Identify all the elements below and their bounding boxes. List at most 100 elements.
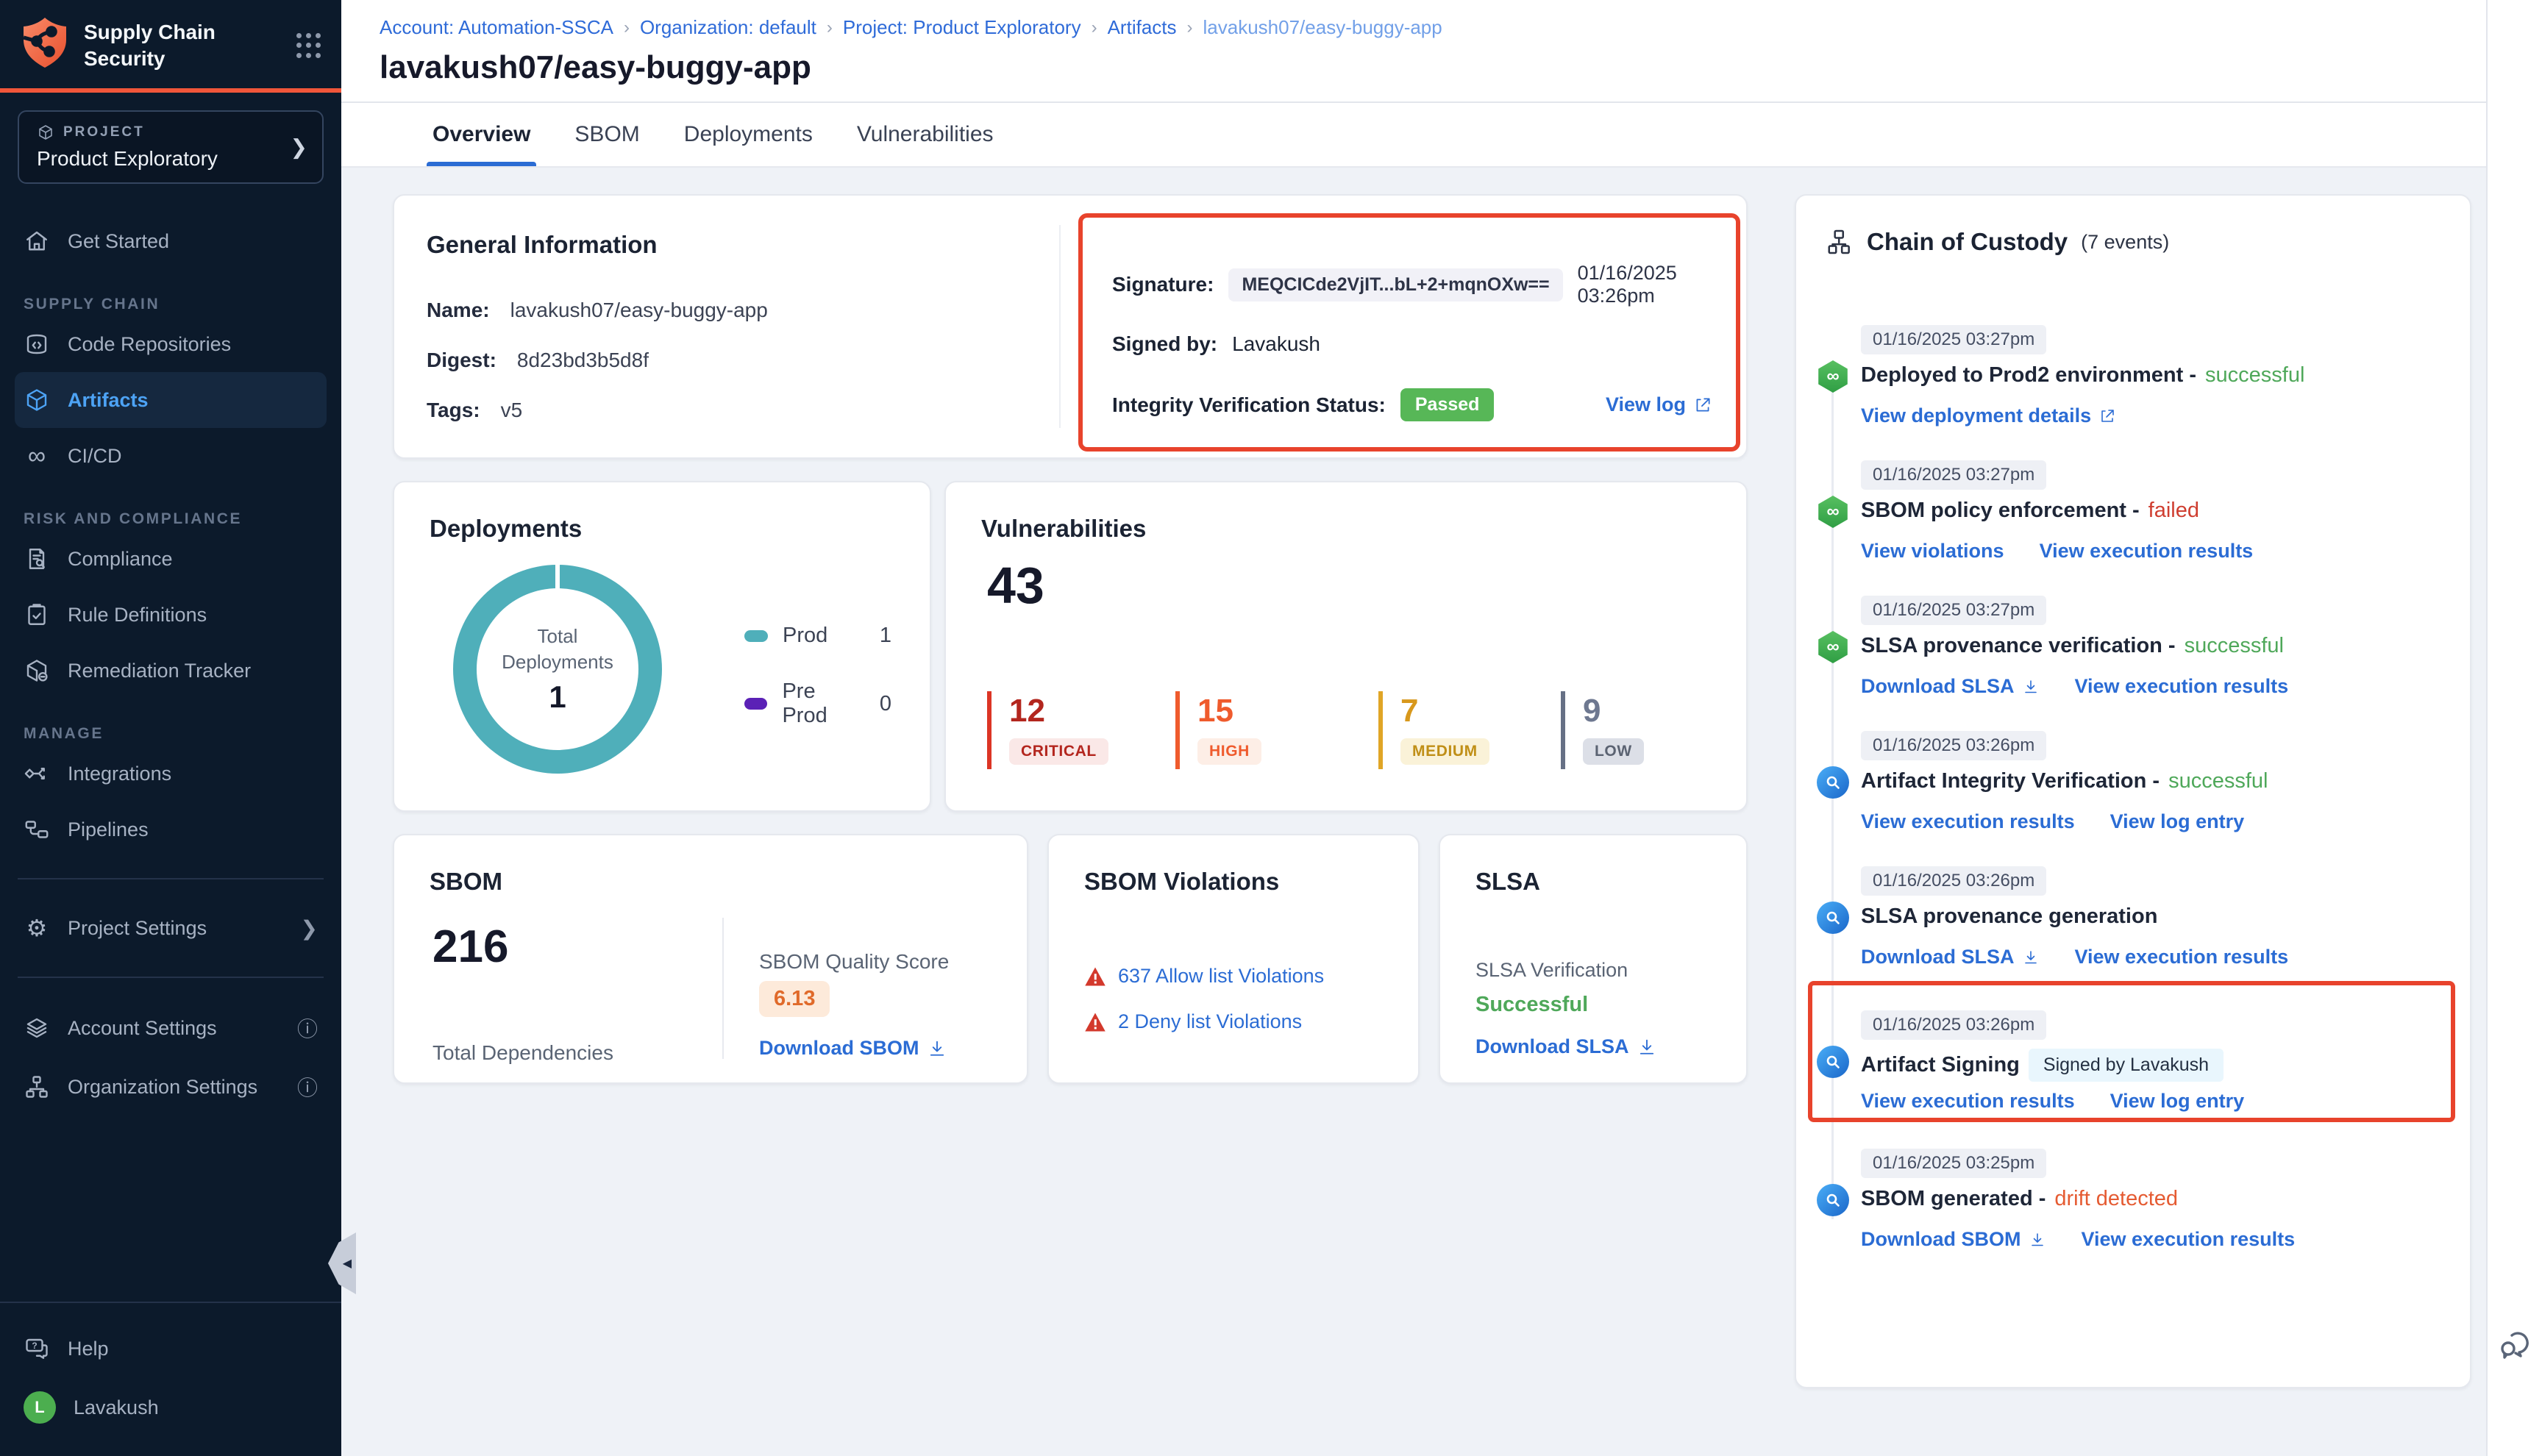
view-execution-results-link[interactable]: View execution results: [2082, 1228, 2296, 1251]
help-chat-icon: ?: [24, 1335, 50, 1362]
breadcrumb-account[interactable]: Account: Automation-SSCA: [380, 16, 613, 39]
gear-icon: ⚙: [24, 915, 50, 941]
breadcrumb-project[interactable]: Project: Product Exploratory: [843, 16, 1081, 39]
breadcrumb-organization[interactable]: Organization: default: [640, 16, 816, 39]
download-icon: [2029, 1231, 2046, 1249]
user-name: Lavakush: [74, 1396, 159, 1419]
field-label: Digest:: [427, 349, 496, 372]
sidebar-item-rule-definitions[interactable]: Rule Definitions: [0, 587, 341, 643]
event-title: Artifact Signing Signed by Lavakush: [1861, 1049, 2224, 1082]
cd-pipeline-icon: ∞: [1817, 360, 1849, 393]
sidebar-item-help[interactable]: ? Help: [0, 1321, 341, 1377]
severity-count: 12: [1009, 693, 1108, 729]
event-title: SBOM generated - drift detected: [1861, 1187, 2178, 1211]
event-title: Deployed to Prod2 environment - successf…: [1861, 363, 2304, 388]
event-links: View execution results View log entry: [1861, 1090, 2244, 1113]
sidebar-item-account-settings[interactable]: Account Settings ⓘ: [0, 999, 341, 1057]
event-links: View deployment details: [1861, 404, 2116, 427]
sidebar-user[interactable]: L Lavakush: [0, 1377, 341, 1438]
vulnerabilities-card: Vulnerabilities 43 12 CRITICAL 15 HIGH 7…: [944, 481, 1748, 812]
view-execution-results-link[interactable]: View execution results: [2075, 675, 2289, 698]
event-title: Artifact Integrity Verification - succes…: [1861, 769, 2268, 793]
sidebar-item-label: Get Started: [68, 230, 169, 253]
timeline-event-slsa-generation: 01/16/2025 03:26pm SLSA provenance gener…: [1796, 866, 2449, 984]
download-sbom-link[interactable]: Download SBOM: [1861, 1228, 2046, 1251]
tab-sbom[interactable]: SBOM: [572, 103, 642, 166]
cd-pipeline-icon: ∞: [1817, 496, 1849, 528]
view-deployment-details-link[interactable]: View deployment details: [1861, 404, 2116, 427]
chat-support-icon[interactable]: [2498, 1327, 2533, 1368]
severity-count: 15: [1197, 693, 1261, 729]
field-value: v5: [501, 399, 523, 422]
breadcrumb-current[interactable]: lavakush07/easy-buggy-app: [1203, 16, 1442, 39]
sidebar-section-risk: RISK AND COMPLIANCE: [0, 510, 341, 528]
tab-deployments[interactable]: Deployments: [681, 103, 816, 166]
app-switcher-icon[interactable]: [296, 33, 321, 58]
signed-by-row: Signed by: Lavakush: [1112, 332, 1712, 356]
tab-overview[interactable]: Overview: [430, 103, 533, 166]
cube-icon: [37, 124, 54, 141]
org-sitemap-icon: [24, 1074, 50, 1100]
card-title: SBOM: [430, 868, 502, 896]
legend-item-preprod: Pre Prod 0: [744, 679, 891, 728]
download-slsa-link[interactable]: Download SLSA: [1861, 946, 2040, 968]
sidebar-item-label: Organization Settings: [68, 1076, 257, 1099]
download-icon: [2022, 949, 2040, 966]
tab-vulnerabilities[interactable]: Vulnerabilities: [854, 103, 997, 166]
view-log-entry-link[interactable]: View log entry: [2110, 1090, 2245, 1113]
card-title: SLSA: [1475, 868, 1540, 896]
signature-row: Signature: MEQCICde2VjIT...bL+2+mqnOXw==…: [1112, 262, 1712, 307]
view-execution-results-link[interactable]: View execution results: [1861, 1090, 2075, 1113]
timeline-event-sbom-generated: 01/16/2025 03:25pm SBOM generated - drif…: [1796, 1149, 2449, 1266]
sidebar-item-artifacts[interactable]: Artifacts: [15, 372, 327, 428]
sidebar-item-get-started[interactable]: Get Started: [0, 213, 341, 269]
sidebar-item-compliance[interactable]: Compliance: [0, 531, 341, 587]
breadcrumb-separator: ›: [827, 18, 833, 38]
view-violations-link[interactable]: View violations: [1861, 540, 2004, 563]
sidebar-item-remediation-tracker[interactable]: Remediation Tracker: [0, 643, 341, 699]
sidebar-item-cicd[interactable]: ∞ CI/CD: [0, 428, 341, 484]
sbom-total: 216: [432, 921, 508, 973]
download-slsa-link[interactable]: Download SLSA: [1861, 675, 2040, 698]
chain-of-custody-panel: Chain of Custody (7 events) ∞ 01/16/2025…: [1795, 194, 2471, 1388]
chain-flow-icon: [1826, 228, 1854, 256]
divider: [18, 878, 324, 879]
chevron-right-icon: ❯: [301, 916, 318, 941]
sbom-total-label: Total Dependencies: [432, 1041, 613, 1065]
sidebar-item-label: Remediation Tracker: [68, 660, 251, 682]
sbom-quality-label: SBOM Quality Score: [759, 950, 949, 974]
deny-list-violations-link[interactable]: 2 Deny list Violations: [1118, 1010, 1302, 1033]
event-title: SLSA provenance generation: [1861, 904, 2157, 929]
scan-step-icon: [1817, 1046, 1849, 1078]
slsa-verification-label: SLSA Verification: [1475, 959, 1628, 982]
legend-item-prod: Prod 1: [744, 624, 891, 648]
project-selector[interactable]: PROJECT Product Exploratory ❯: [18, 110, 324, 184]
event-title: SLSA provenance verification - successfu…: [1861, 634, 2284, 658]
download-slsa-link[interactable]: Download SLSA: [1475, 1035, 1657, 1058]
download-icon: [927, 1038, 947, 1059]
status-badge-passed: Passed: [1400, 388, 1495, 421]
view-execution-results-link[interactable]: View execution results: [2040, 540, 2254, 563]
view-execution-results-link[interactable]: View execution results: [2075, 946, 2289, 968]
sidebar-item-integrations[interactable]: Integrations: [0, 746, 341, 802]
remediation-box-icon: [24, 657, 50, 684]
severity-badge: MEDIUM: [1400, 738, 1489, 765]
view-log-link[interactable]: View log: [1606, 393, 1712, 416]
view-log-entry-link[interactable]: View log entry: [2110, 810, 2245, 833]
breadcrumb-artifacts[interactable]: Artifacts: [1108, 16, 1177, 39]
sidebar-item-project-settings[interactable]: ⚙ Project Settings ❯: [0, 900, 341, 956]
info-icon[interactable]: ⓘ: [297, 1072, 318, 1102]
info-icon[interactable]: ⓘ: [297, 1013, 318, 1043]
allow-list-violations-link[interactable]: 637 Allow list Violations: [1118, 965, 1324, 988]
sidebar-item-organization-settings[interactable]: Organization Settings ⓘ: [0, 1057, 341, 1116]
view-execution-results-link[interactable]: View execution results: [1861, 810, 2075, 833]
timeline-event-artifact-signing: 01/16/2025 03:26pm Artifact Signing Sign…: [1796, 1010, 2449, 1128]
sidebar-item-pipelines[interactable]: Pipelines: [0, 802, 341, 857]
download-sbom-link[interactable]: Download SBOM: [759, 1037, 947, 1060]
sidebar-section-manage: MANAGE: [0, 725, 341, 743]
legend-value: 1: [880, 624, 891, 648]
event-status: failed: [2148, 499, 2199, 523]
page-title: lavakush07/easy-buggy-app: [380, 49, 2486, 86]
layers-gear-icon: [24, 1015, 50, 1041]
sidebar-item-code-repositories[interactable]: Code Repositories: [0, 316, 341, 372]
